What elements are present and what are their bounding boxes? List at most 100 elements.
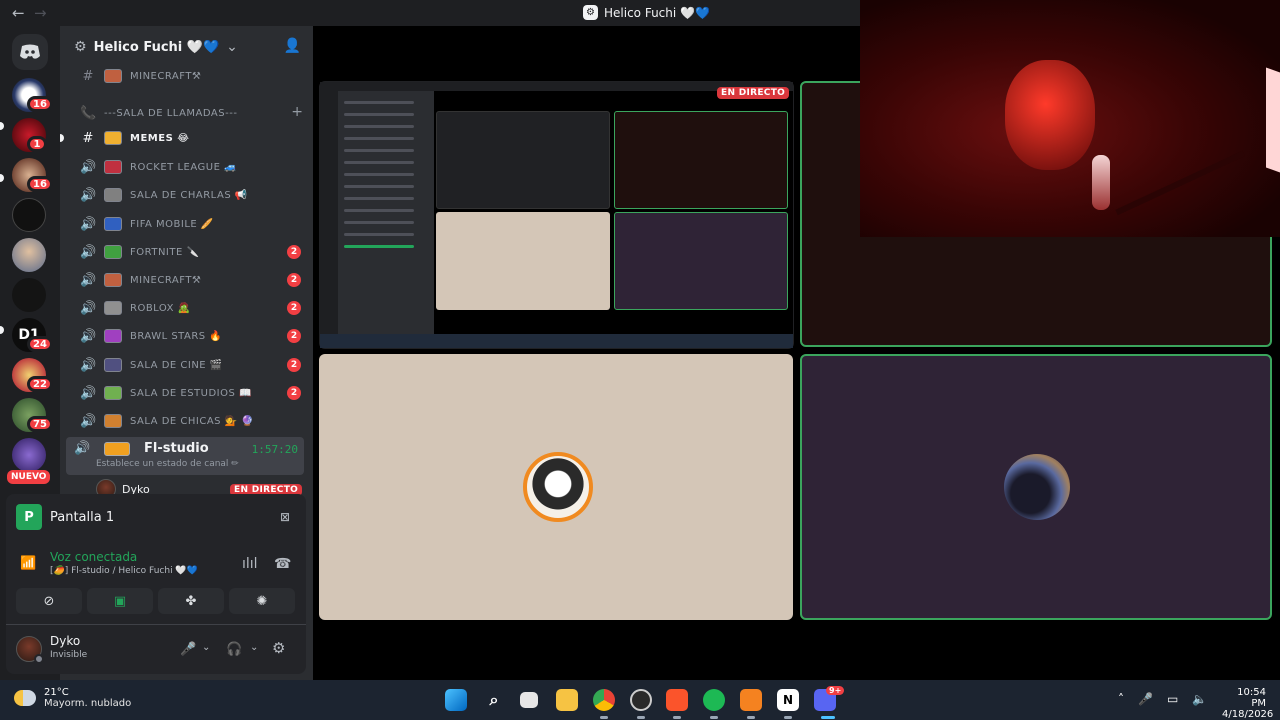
channel-emoji [104,245,122,259]
chevron-down-icon[interactable]: ⌄ [202,642,210,653]
stream-name: Pantalla 1 [50,509,115,525]
category-sala-de-llamadas[interactable]: 📞 ---SALA DE LLAMADAS--- + [74,100,311,126]
chevron-down-icon[interactable]: ⌄ [250,642,258,653]
server-icon-4[interactable] [12,198,46,232]
voice-channel-rocket-league[interactable]: 🔊 ROCKET LEAGUE 🚙 [74,154,311,180]
system-tray: ˄ 🎤 ▭ 🔈 [1118,692,1207,706]
voice-channel-sala-de-cine[interactable]: 🔊 SALA DE CINE 🎬 2 [74,352,311,378]
channel-label: SALA DE CINE 🎬 [130,359,223,371]
back-button[interactable]: ← [12,4,25,22]
stop-stream-icon[interactable]: ⊠ [280,510,290,524]
speaker-icon: 🔊 [74,441,91,456]
partly-cloudy-icon [14,690,36,706]
camera-off-button[interactable]: ⊘ [16,588,82,614]
participant-tile[interactable] [800,354,1272,620]
server-header[interactable]: ⚙ Helico Fuchi 🤍💙 ⌄ [60,26,313,68]
task-view-icon[interactable] [520,692,538,708]
channel-label: MEMES 😂 [130,132,190,144]
live-badge: EN DIRECTO [717,87,790,99]
phone-icon: 📞 [80,105,97,121]
noise-suppression-icon[interactable]: ılıl [242,556,258,572]
channel-emoji [104,69,122,83]
running-indicator [710,716,718,719]
chrome-icon[interactable] [593,689,615,711]
voice-status-label: Voz conectada [50,550,138,564]
voice-channel-fifa-mobile[interactable]: 🔊 FIFA MOBILE 🥖 [74,211,311,237]
inner-server-rail [320,91,338,339]
voice-channel-minecraft[interactable]: 🔊 MINECRAFT⚒ 2 [74,267,311,293]
start-icon[interactable] [445,689,467,711]
category-label: ---SALA DE LLAMADAS--- [104,107,238,119]
disconnect-icon[interactable]: ☎ [274,556,291,572]
mention-badge: 1 [27,136,47,152]
add-channel-icon[interactable]: + [291,104,303,120]
activities-button[interactable]: ✤ [158,588,224,614]
brave-icon[interactable] [666,689,688,711]
soundboard-button[interactable]: ✺ [229,588,295,614]
voice-channel-sala-de-charlas[interactable]: 🔊 SALA DE CHARLAS 📢 [74,182,311,208]
participant-tile[interactable] [319,354,793,620]
server-icon-10[interactable] [12,438,46,472]
running-indicator [673,716,681,719]
headphones-icon[interactable]: 🎧 [226,642,242,657]
search-icon[interactable]: ⌕ [483,689,505,711]
server-icon-6[interactable] [12,278,46,312]
notification-badge: 9+ [826,686,845,695]
notion-icon[interactable]: N [777,689,799,711]
text-channel-minecraft[interactable]: # MINECRAFT⚒ [74,63,311,89]
server-name: Helico Fuchi 🤍💙 [93,39,220,55]
file-explorer-icon[interactable] [556,689,578,711]
microphone-icon[interactable]: 🎤 [180,642,196,657]
inner-taskbar [320,334,793,348]
discord-home-button[interactable] [12,34,48,70]
running-indicator [600,716,608,719]
obs-icon[interactable] [630,689,652,711]
hashtag-icon: # [82,130,94,146]
inner-sidebar [338,91,434,339]
mic-arm [1115,150,1245,216]
chevron-up-icon[interactable]: ˄ [1118,692,1124,706]
weather-condition: Mayorm. nublado [44,698,132,709]
window-title: ⚙ Helico Fuchi 🤍💙 [583,5,710,20]
webcam-person [1005,60,1095,170]
unread-indicator [0,174,4,182]
user-count-badge: 2 [287,358,301,372]
channel-label: MINECRAFT⚒ [130,70,202,82]
hashtag-icon: # [82,68,94,84]
time: 10:54 PM [1237,687,1266,709]
voice-channel-fortnite[interactable]: 🔊 FORTNITE 🔪 2 [74,239,311,265]
voice-channel-brawl-stars[interactable]: 🔊 BRAWL STARS 🔥 2 [74,323,311,349]
voice-channel-sala-de-estudios[interactable]: 🔊 SALA DE ESTUDIOS 📖 2 [74,380,311,406]
spotify-icon[interactable] [703,689,725,711]
server-icon-5[interactable] [12,238,46,272]
channel-emoji [104,329,122,343]
weather-widget[interactable]: 21°C Mayorm. nublado [14,687,131,709]
forward-button[interactable]: → [34,4,47,22]
microphone-prop [1092,155,1110,210]
speaker-icon: 🔊 [80,413,97,429]
inner-stage [434,91,793,339]
running-indicator [747,716,755,719]
fl-studio-icon[interactable] [740,689,762,711]
voice-channel-roblox[interactable]: 🔊 ROBLOX 🧟 2 [74,295,311,321]
speaker-icon: 🔊 [80,328,97,344]
user-count-badge: 2 [287,273,301,287]
channel-status-input[interactable]: Establece un estado de canal ✏ [96,459,239,469]
invite-people-icon[interactable]: 👤 [284,38,301,54]
gear-icon[interactable]: ⚙ [272,639,285,657]
clock[interactable]: 10:54 PM 4/18/2026 [1222,687,1273,720]
network-icon[interactable]: ▭ [1167,692,1178,706]
volume-icon[interactable]: 🔈 [1192,692,1207,706]
microphone-icon[interactable]: 🎤 [1138,692,1153,706]
screen-share-button[interactable]: ▣ [87,588,153,614]
voice-panel: P Pantalla 1 ⊠ 📶 Voz conectada [🥭] Fl-st… [6,494,306,674]
mention-badge: 16 [27,96,53,112]
unread-indicator [0,122,4,130]
text-channel-memes[interactable]: # MEMES 😂 [74,125,311,151]
channel-emoji [104,273,122,287]
channel-label: SALA DE ESTUDIOS 📖 [130,387,252,399]
voice-channel-fl-studio[interactable]: 🔊 Fl-studio 1:57:20 Establece un estado … [66,437,304,475]
taskbar: 21°C Mayorm. nublado ⌕ N 9+ ˄ 🎤 ▭ 🔈 10:5… [0,680,1280,720]
voice-channel-sala-de-chicas[interactable]: 🔊 SALA DE CHICAS 💁 🔮 [74,408,311,434]
speaker-icon: 🔊 [80,357,97,373]
